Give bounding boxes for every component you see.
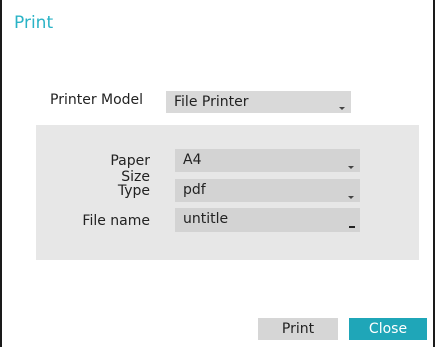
file-name-label: File name xyxy=(82,213,150,229)
chevron-down-icon xyxy=(339,107,345,110)
paper-size-select[interactable]: A4 xyxy=(175,149,360,172)
type-value: pdf xyxy=(183,182,206,198)
dialog-border-left xyxy=(0,0,2,347)
printer-model-value: File Printer xyxy=(174,94,249,110)
paper-size-label: Paper Size xyxy=(110,153,150,185)
printer-model-select[interactable]: File Printer xyxy=(166,91,351,113)
file-name-value: untitle xyxy=(183,211,229,227)
close-button[interactable]: Close xyxy=(349,318,427,340)
print-button[interactable]: Print xyxy=(258,318,338,340)
file-name-input[interactable]: untitle xyxy=(175,208,360,232)
type-select[interactable]: pdf xyxy=(175,179,360,202)
chevron-down-icon xyxy=(348,196,354,199)
text-cursor-icon xyxy=(349,226,355,228)
dialog-title: Print xyxy=(14,13,54,33)
printer-model-label: Printer Model xyxy=(50,92,144,108)
chevron-down-icon xyxy=(348,166,354,169)
type-label: Type xyxy=(117,183,150,199)
paper-size-value: A4 xyxy=(183,152,202,168)
